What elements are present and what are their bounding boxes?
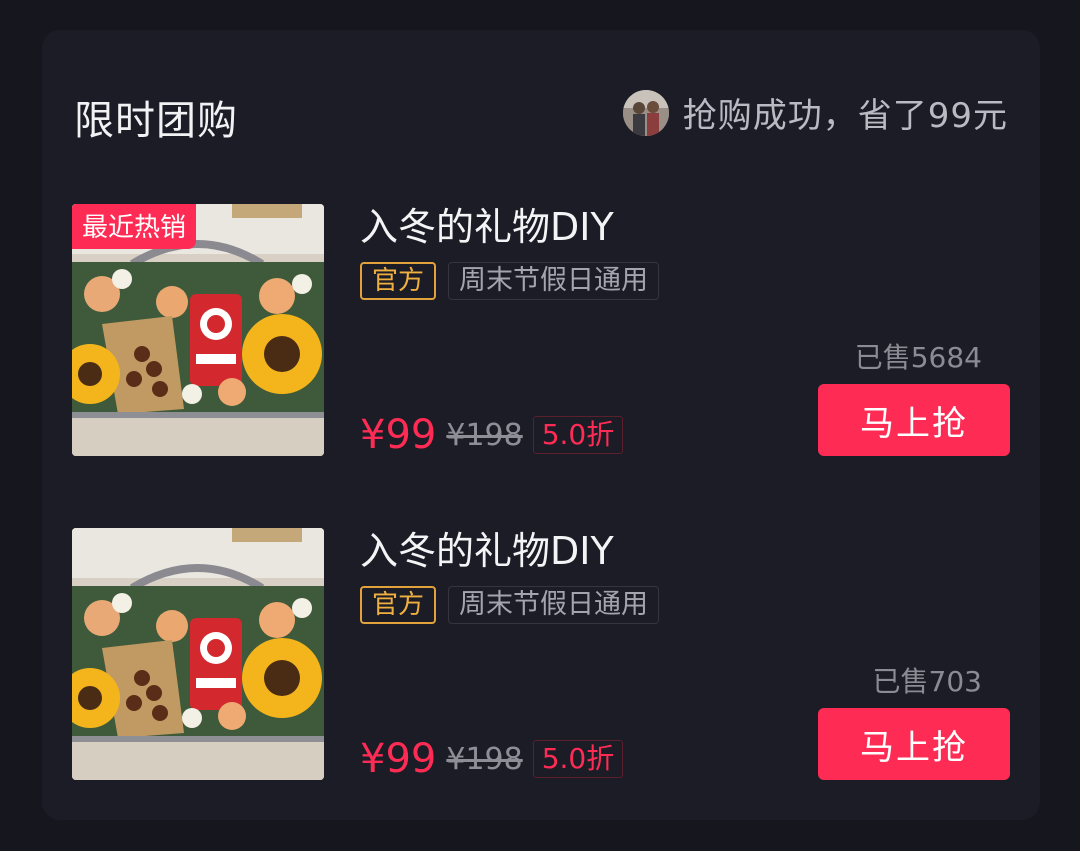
buy-now-button[interactable]: 马上抢 (818, 708, 1010, 780)
product-item[interactable]: 最近热销 入冬的礼物DIY 官方 周末节假日通用 已售5684 ¥99 ¥198… (72, 204, 1012, 458)
original-price: ¥198 (446, 417, 523, 453)
sold-count: 已售5684 (854, 341, 982, 374)
discount-badge: 5.0折 (532, 740, 624, 778)
product-title[interactable]: 入冬的礼物DIY (360, 528, 614, 574)
product-tags: 官方 周末节假日通用 (360, 262, 660, 300)
avatar (622, 89, 669, 136)
purchase-ticker: 抢购成功，省了99元 (622, 88, 1008, 137)
official-tag: 官方 (360, 586, 437, 624)
usage-tag: 周末节假日通用 (448, 586, 660, 624)
price-row: ¥99 ¥198 5.0折 (360, 736, 624, 782)
section-title: 限时团购 (74, 98, 238, 144)
hot-sale-badge: 最近热销 (72, 204, 197, 249)
usage-tag: 周末节假日通用 (448, 262, 660, 300)
buy-now-button[interactable]: 马上抢 (818, 384, 1010, 456)
ticker-message: 抢购成功，省了99元 (682, 96, 1008, 136)
product-tags: 官方 周末节假日通用 (360, 586, 660, 624)
group-buy-card: 限时团购 抢购成功，省了99元 最近热销 入冬的礼物DIY 官方 周末节假日通用… (42, 30, 1040, 820)
official-tag: 官方 (360, 262, 437, 300)
discount-badge: 5.0折 (532, 416, 624, 454)
sale-price: ¥99 (360, 736, 437, 782)
sold-count: 已售703 (872, 665, 982, 698)
product-title[interactable]: 入冬的礼物DIY (360, 204, 614, 250)
original-price: ¥198 (446, 741, 523, 777)
price-row: ¥99 ¥198 5.0折 (360, 412, 624, 458)
product-image[interactable] (72, 528, 324, 780)
sale-price: ¥99 (360, 412, 437, 458)
product-image[interactable]: 最近热销 (72, 204, 324, 456)
product-item[interactable]: 入冬的礼物DIY 官方 周末节假日通用 已售703 ¥99 ¥198 5.0折 … (72, 528, 1012, 782)
